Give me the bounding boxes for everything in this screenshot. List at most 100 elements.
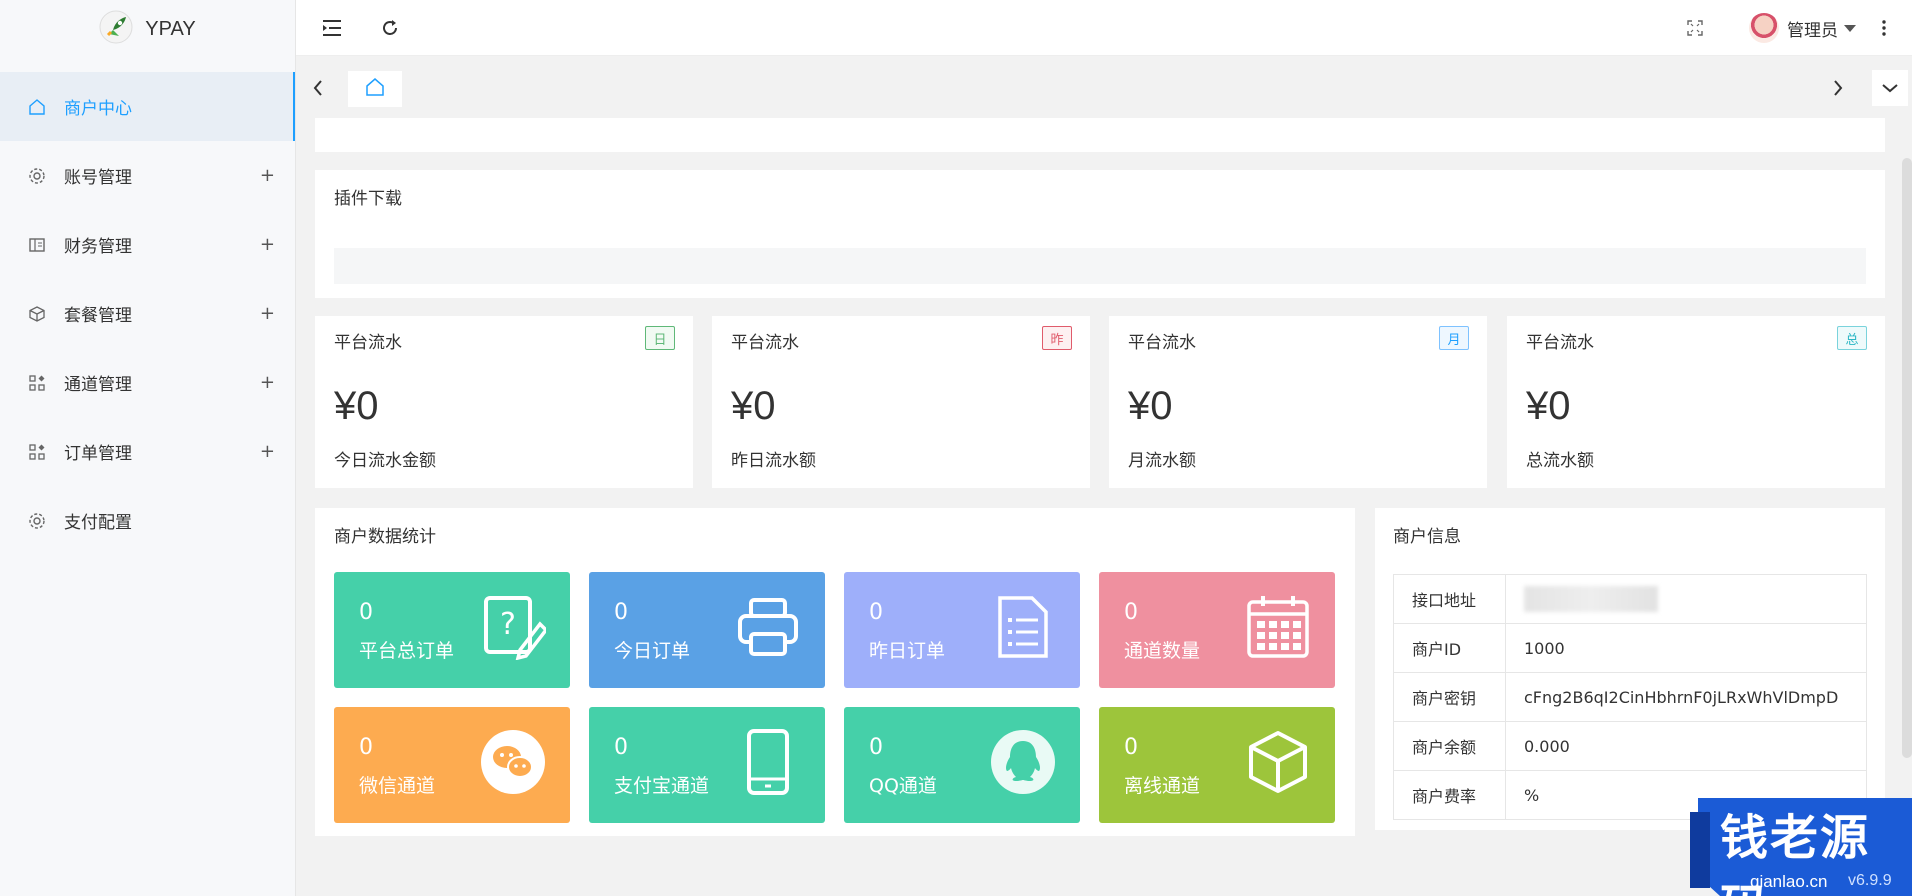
sidebar-item-label: 通道管理 xyxy=(64,375,132,395)
svg-text:?: ? xyxy=(500,607,516,642)
list-document-icon xyxy=(998,596,1048,658)
tile-label: 离线通道 xyxy=(1124,775,1201,797)
merchant-info-table: 接口地址 商户ID 1000 商户密钥 cFng2B6qI2CinHbhrnF0… xyxy=(1393,574,1867,820)
sidebar: YPAY 商户中心 账号管理 + 财务管理 + 套餐管理 + 通道管理 + 订单… xyxy=(0,0,296,896)
sidebar-item-merchant-center[interactable]: 商户中心 xyxy=(0,72,295,141)
sidebar-item-payment-config[interactable]: 支付配置 xyxy=(0,486,295,555)
avatar xyxy=(1749,13,1779,43)
stat-card-total: 平台流水 总 ¥0 总流水额 xyxy=(1507,316,1885,488)
tile-wechat-channel[interactable]: 0 微信通道 xyxy=(334,707,570,823)
home-icon xyxy=(365,77,385,101)
fullscreen-icon[interactable] xyxy=(1681,14,1709,42)
plugin-download-card: 插件下载 xyxy=(315,170,1885,298)
sidebar-item-finance-management[interactable]: 财务管理 + xyxy=(0,210,295,279)
info-value: cFng2B6qI2CinHbhrnF0jLRxWhVlDmpD xyxy=(1505,672,1867,722)
sidebar-item-package-management[interactable]: 套餐管理 + xyxy=(0,279,295,348)
printer-icon xyxy=(738,598,798,656)
stat-card-monthly: 平台流水 月 ¥0 月流水额 xyxy=(1109,316,1487,488)
badge-daily: 日 xyxy=(645,326,675,350)
info-value-api-url xyxy=(1505,574,1867,624)
menu-toggle-icon[interactable] xyxy=(318,14,346,42)
stat-amount: ¥0 xyxy=(1526,384,1571,428)
table-row: 商户余额 0.000 xyxy=(1393,721,1867,771)
header-right: 管理员 xyxy=(1681,0,1898,56)
tile-value: 0 xyxy=(614,735,628,760)
badge-total: 总 xyxy=(1837,326,1867,350)
expand-icon: + xyxy=(259,441,275,462)
info-key: 接口地址 xyxy=(1393,574,1506,624)
home-icon xyxy=(28,98,46,116)
tile-label: 昨日订单 xyxy=(869,640,946,662)
stat-desc: 昨日流水额 xyxy=(731,451,816,471)
table-row: 商户密钥 cFng2B6qI2CinHbhrnF0jLRxWhVlDmpD xyxy=(1393,672,1867,722)
info-value: 1000 xyxy=(1505,623,1867,673)
wechat-icon xyxy=(481,730,545,794)
badge-yesterday: 昨 xyxy=(1042,326,1072,350)
tile-value: 0 xyxy=(869,600,883,625)
info-key: 商户ID xyxy=(1393,623,1506,673)
tabs-dropdown-icon[interactable] xyxy=(1872,70,1908,106)
sidebar-item-label: 支付配置 xyxy=(64,513,132,533)
stat-card-yesterday: 平台流水 昨 ¥0 昨日流水额 xyxy=(712,316,1090,488)
logo[interactable]: YPAY xyxy=(0,0,295,58)
sidebar-item-account-management[interactable]: 账号管理 + xyxy=(0,141,295,210)
tile-value: 0 xyxy=(1124,600,1138,625)
sidebar-item-label: 财务管理 xyxy=(64,237,132,257)
stat-amount: ¥0 xyxy=(334,384,379,428)
tile-yesterday-orders[interactable]: 0 昨日订单 xyxy=(844,572,1080,688)
merchant-info-card: 商户信息 接口地址 商户ID 1000 商户密钥 cFng2B6qI2CinHb… xyxy=(1375,508,1885,830)
apps-icon xyxy=(28,443,46,461)
tile-label: 支付宝通道 xyxy=(614,775,710,797)
info-key: 商户费率 xyxy=(1393,770,1506,820)
merchant-stats-title: 商户数据统计 xyxy=(334,527,436,547)
expand-icon: + xyxy=(259,303,275,324)
stat-desc: 月流水额 xyxy=(1128,451,1196,471)
gear-icon xyxy=(28,512,46,530)
tabs-left-icon[interactable] xyxy=(300,70,336,106)
sidebar-item-label: 订单管理 xyxy=(64,444,132,464)
tile-qq-channel[interactable]: 0 QQ通道 xyxy=(844,707,1080,823)
tile-today-orders[interactable]: 0 今日订单 xyxy=(589,572,825,688)
expand-icon: + xyxy=(259,234,275,255)
tile-label: 微信通道 xyxy=(359,775,436,797)
tabs-right-icon[interactable] xyxy=(1820,70,1856,106)
scrollbar[interactable] xyxy=(1902,158,1912,758)
tile-value: 0 xyxy=(869,735,883,760)
refresh-icon[interactable] xyxy=(376,14,404,42)
top-blank-card xyxy=(315,118,1885,152)
box-icon xyxy=(28,305,46,323)
sidebar-item-order-management[interactable]: 订单管理 + xyxy=(0,417,295,486)
version-text: v6.9.9 xyxy=(1848,872,1892,889)
plugin-area xyxy=(334,248,1866,284)
more-vertical-icon[interactable] xyxy=(1870,14,1898,42)
tile-label: 平台总订单 xyxy=(359,640,455,662)
stat-card-title: 平台流水 xyxy=(334,333,402,353)
tab-home[interactable] xyxy=(348,71,402,107)
tile-total-orders[interactable]: 0 平台总订单 ? xyxy=(334,572,570,688)
top-header: 管理员 xyxy=(296,0,1912,56)
rocket-icon xyxy=(99,10,133,48)
sidebar-item-label: 套餐管理 xyxy=(64,306,132,326)
user-menu[interactable]: 管理员 xyxy=(1749,13,1856,43)
tile-label: 通道数量 xyxy=(1124,640,1201,662)
ledger-icon xyxy=(28,236,46,254)
stat-amount: ¥0 xyxy=(731,384,776,428)
tile-offline-channel[interactable]: 0 离线通道 xyxy=(1099,707,1335,823)
tabs-bar xyxy=(296,56,1912,122)
tile-alipay-channel[interactable]: 0 支付宝通道 xyxy=(589,707,825,823)
info-key: 商户余额 xyxy=(1393,721,1506,771)
table-row: 商户ID 1000 xyxy=(1393,623,1867,673)
stat-amount: ¥0 xyxy=(1128,384,1173,428)
tile-value: 0 xyxy=(614,600,628,625)
tile-label: 今日订单 xyxy=(614,640,691,662)
caret-down-icon xyxy=(1844,24,1856,32)
stat-desc: 总流水额 xyxy=(1526,451,1594,471)
blurred-value xyxy=(1524,586,1658,612)
sidebar-item-label: 商户中心 xyxy=(64,99,132,119)
watermark-logo: 钱老源码 qianlao.cn v6.9.9 xyxy=(1690,792,1912,896)
user-name: 管理员 xyxy=(1787,20,1838,41)
phone-icon xyxy=(747,729,789,795)
tile-channel-count[interactable]: 0 通道数量 xyxy=(1099,572,1335,688)
sidebar-item-channel-management[interactable]: 通道管理 + xyxy=(0,348,295,417)
badge-monthly: 月 xyxy=(1439,326,1469,350)
